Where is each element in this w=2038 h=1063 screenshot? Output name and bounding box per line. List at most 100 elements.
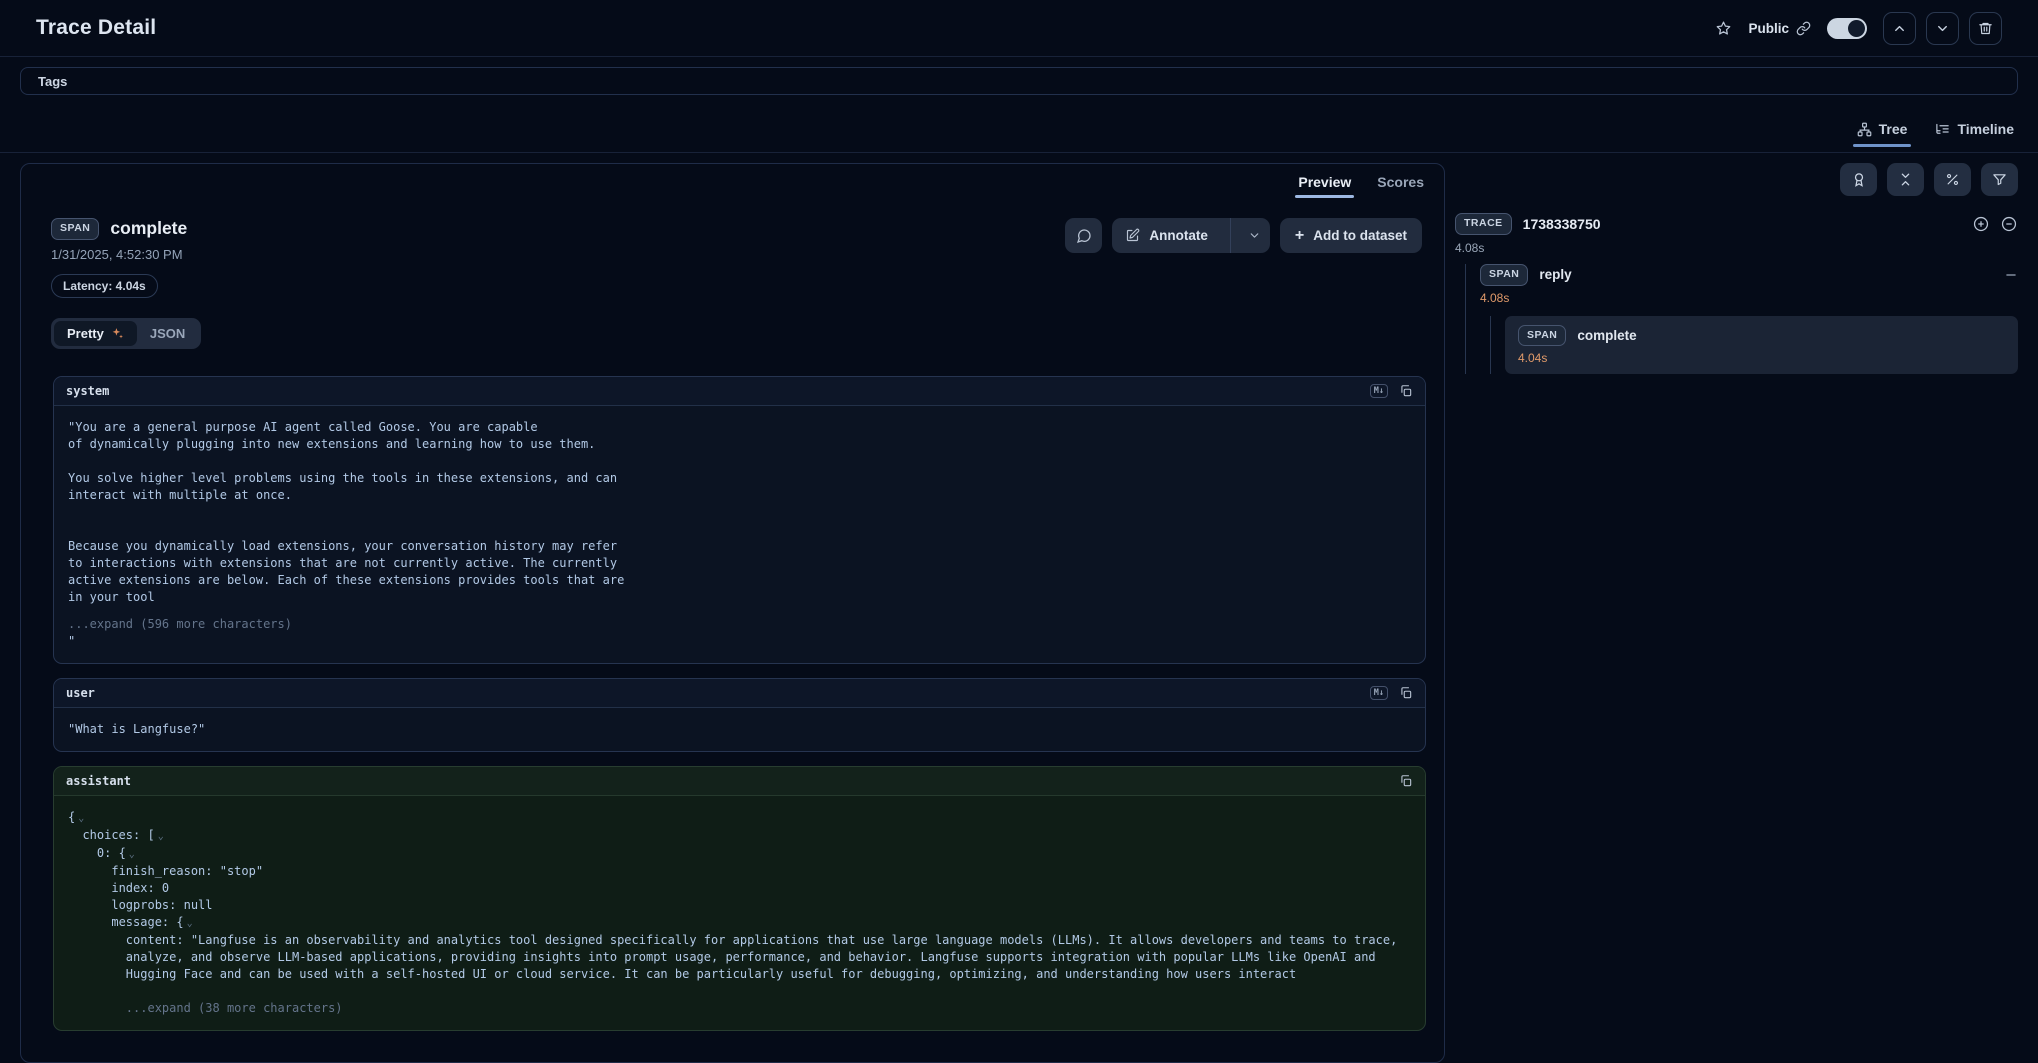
tree-zoom-controls xyxy=(1972,215,2018,233)
markdown-toggle-icon[interactable]: M↓ xyxy=(1370,384,1388,398)
system-message-block: system M↓ "You are a general purpose AI … xyxy=(53,376,1426,664)
format-json-button[interactable]: JSON xyxy=(137,321,198,346)
span-type-badge: SPAN xyxy=(1480,264,1528,286)
collapse-chevron-icon[interactable]: ⌄ xyxy=(129,849,135,860)
tags-container[interactable]: Tags xyxy=(20,67,2018,95)
json-line: choices: [⌄ xyxy=(68,827,1411,845)
json-line: finish_reason: "stop" xyxy=(68,863,1411,880)
header-divider xyxy=(0,152,2038,153)
assistant-message-block: assistant {⌄choices: [⌄0: {⌄finish_reaso… xyxy=(53,766,1426,1031)
latency-badge: Latency: 4.04s xyxy=(51,274,158,298)
timeline-list-icon xyxy=(1935,122,1950,137)
filter-funnel-button[interactable] xyxy=(1981,163,2018,196)
tab-tree-label: Tree xyxy=(1879,121,1908,137)
trace-node: TRACE 1738338750 xyxy=(1455,213,1601,235)
trace-id: 1738338750 xyxy=(1523,216,1601,232)
comment-bubble-icon xyxy=(1076,228,1092,244)
collapse-chevron-icon[interactable]: ⌄ xyxy=(187,918,193,929)
collapse-node-icon[interactable] xyxy=(2004,268,2018,282)
user-block-header: user M↓ xyxy=(54,679,1425,708)
system-closing-quote: " xyxy=(68,633,1411,650)
tree-toolbar xyxy=(1455,163,2018,196)
span-node-reply-row[interactable]: SPAN reply xyxy=(1480,264,2018,286)
next-trace-button[interactable] xyxy=(1926,12,1959,45)
assistant-expand-link[interactable]: ...expand (38 more characters) xyxy=(68,1000,1411,1017)
json-line: index: 0 xyxy=(68,880,1411,897)
span-name: complete xyxy=(110,218,187,239)
span-timestamp: 1/31/2025, 4:52:30 PM xyxy=(51,247,201,262)
collapse-chevron-icon[interactable]: ⌄ xyxy=(158,831,164,842)
user-message-block: user M↓ "What is Langfuse?" xyxy=(53,678,1426,752)
trace-node-row[interactable]: TRACE 1738338750 xyxy=(1455,213,2018,235)
collapse-chevron-icon[interactable]: ⌄ xyxy=(78,813,84,824)
format-json-label: JSON xyxy=(150,326,185,341)
annotate-label: Annotate xyxy=(1149,228,1208,243)
delete-trace-button[interactable] xyxy=(1969,12,2002,45)
toggle-knob xyxy=(1848,20,1865,37)
sparkles-icon xyxy=(111,327,124,340)
user-block-icons: M↓ xyxy=(1370,686,1413,700)
trace-type-badge: TRACE xyxy=(1455,213,1512,235)
assistant-role-label: assistant xyxy=(66,774,131,788)
copy-icon[interactable] xyxy=(1399,774,1413,788)
tab-timeline[interactable]: Timeline xyxy=(1935,121,2014,147)
tab-scores[interactable]: Scores xyxy=(1377,174,1424,198)
zoom-out-circle-icon[interactable] xyxy=(2000,215,2018,233)
bookmark-star-icon[interactable] xyxy=(1715,20,1732,37)
plus-icon: + xyxy=(1295,227,1304,245)
json-line: message: {⌄ xyxy=(68,914,1411,932)
user-block-body: "What is Langfuse?" xyxy=(54,708,1425,751)
json-line: logprobs: null xyxy=(68,897,1411,914)
tab-timeline-label: Timeline xyxy=(1957,121,2014,137)
message-blocks: system M↓ "You are a general purpose AI … xyxy=(53,376,1426,1031)
annotate-edit-icon xyxy=(1125,228,1140,243)
public-share-group[interactable]: Public xyxy=(1748,21,1811,36)
system-expand-link[interactable]: ...expand (596 more characters) xyxy=(68,616,1411,633)
format-pretty-button[interactable]: Pretty xyxy=(54,321,137,346)
system-block-icons: M↓ xyxy=(1370,384,1413,398)
markdown-toggle-icon[interactable]: M↓ xyxy=(1370,686,1388,700)
tab-tree[interactable]: Tree xyxy=(1857,121,1908,147)
system-role-label: system xyxy=(66,384,109,398)
json-line: {⌄ xyxy=(68,809,1411,827)
assistant-block-body: {⌄choices: [⌄0: {⌄finish_reason: "stop"i… xyxy=(54,796,1425,1030)
page-title: Trace Detail xyxy=(36,16,156,40)
system-block-header: system M↓ xyxy=(54,377,1425,406)
panel-tabs: Preview Scores xyxy=(1298,174,1424,198)
comment-button[interactable] xyxy=(1065,218,1102,253)
span-actions: Annotate + Add to dataset xyxy=(1065,218,1422,253)
add-to-dataset-button[interactable]: + Add to dataset xyxy=(1280,218,1422,253)
scores-award-button[interactable] xyxy=(1840,163,1877,196)
annotate-split-button: Annotate xyxy=(1112,218,1270,253)
button-divider xyxy=(1230,218,1231,253)
tab-preview[interactable]: Preview xyxy=(1298,174,1351,198)
reply-children: SPAN complete 4.04s xyxy=(1490,316,2018,375)
span-node-name: reply xyxy=(1539,267,1571,282)
tags-label: Tags xyxy=(38,74,67,89)
system-block-body: "You are a general purpose AI agent call… xyxy=(54,406,1425,663)
view-switcher: Tree Timeline xyxy=(1857,121,2014,147)
public-toggle[interactable] xyxy=(1827,18,1867,39)
annotate-dropdown-button[interactable] xyxy=(1240,218,1270,253)
annotate-button[interactable]: Annotate xyxy=(1112,218,1221,253)
zoom-in-circle-icon[interactable] xyxy=(1972,215,1990,233)
collapse-all-button[interactable] xyxy=(1887,163,1924,196)
span-node-reply: SPAN reply xyxy=(1480,264,1572,286)
system-text: "You are a general purpose AI agent call… xyxy=(68,419,1411,606)
metrics-percent-button[interactable] xyxy=(1934,163,1971,196)
span-meta: SPAN complete 1/31/2025, 4:52:30 PM Late… xyxy=(51,218,201,349)
assistant-block-icons xyxy=(1399,774,1413,788)
add-to-dataset-label: Add to dataset xyxy=(1313,228,1407,243)
copy-icon[interactable] xyxy=(1399,686,1413,700)
observation-preview-panel: Preview Scores SPAN complete 1/31/2025, … xyxy=(20,163,1445,1063)
prev-trace-button[interactable] xyxy=(1883,12,1916,45)
trace-children: SPAN reply 4.08s SPAN complete 4.04s xyxy=(1465,264,2018,375)
format-toggle: Pretty JSON xyxy=(51,318,201,349)
assistant-block-header: assistant xyxy=(54,767,1425,796)
span-node-complete-selected[interactable]: SPAN complete 4.04s xyxy=(1505,316,2018,375)
span-node-complete: SPAN complete xyxy=(1518,325,2005,347)
span-type-badge: SPAN xyxy=(1518,325,1566,347)
copy-icon[interactable] xyxy=(1399,384,1413,398)
top-bar-actions: Public xyxy=(1715,12,2002,45)
span-title-row: SPAN complete xyxy=(51,218,201,240)
